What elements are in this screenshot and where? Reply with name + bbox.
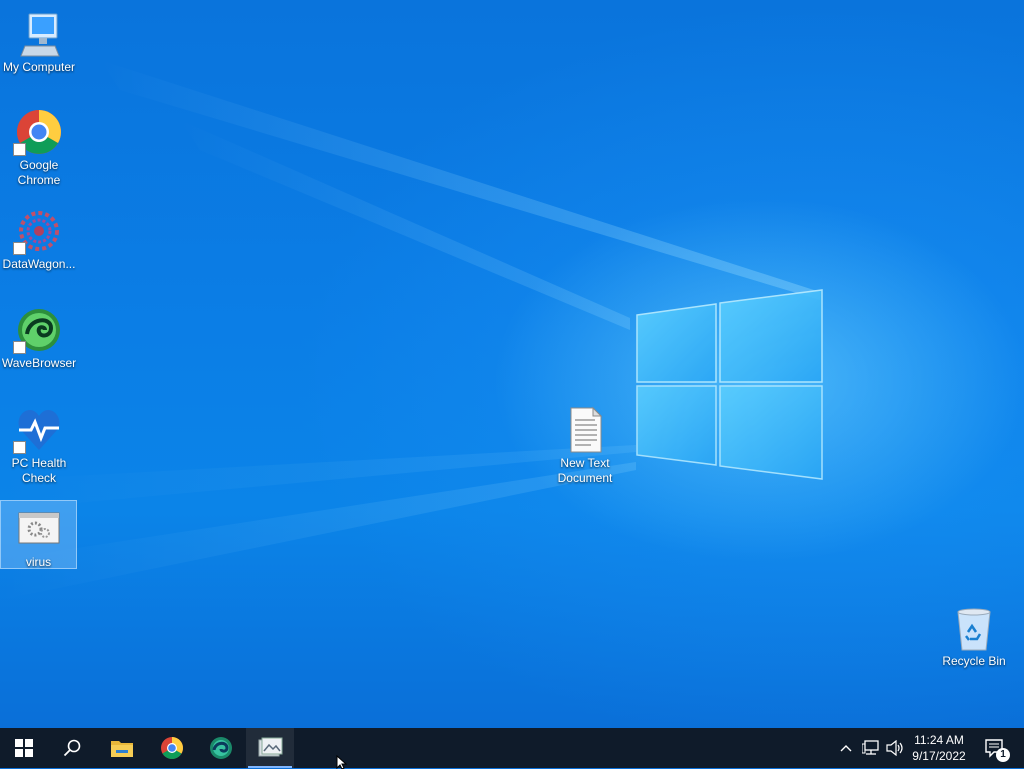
desktop-icon-wavebrowser[interactable]: WaveBrowser [1,302,77,371]
desktop-icon-label: virus [25,555,52,569]
desktop-icon-label: DataWagon... [2,257,76,271]
recycle-bin-icon [950,604,998,652]
shortcut-arrow-icon [13,441,26,454]
network-icon [862,740,879,755]
file-explorer-icon [111,741,133,757]
chrome-icon [13,108,63,156]
desktop-icon-chrome[interactable]: Google Chrome [1,104,77,188]
wallpaper-beams [0,60,820,600]
clock-time: 11:24 AM [914,733,964,747]
taskbar-edge[interactable] [197,728,245,768]
wavebrowser-icon [13,306,63,354]
start-button[interactable] [0,728,48,768]
clock[interactable]: 11:24 AM 9/17/2022 [906,728,972,768]
desktop-icon-recycle-bin[interactable]: Recycle Bin [936,600,1012,669]
start-windows-icon [15,739,33,757]
application-gear-icon [15,505,63,553]
desktop-icon-new-text-document[interactable]: New Text Document [547,402,623,486]
taskbar-photo-app[interactable] [246,728,294,768]
desktop-icon-label: New Text Document [557,456,613,485]
edge-icon [210,737,232,759]
desktop-icon-label: PC Health Check [11,456,67,485]
search-button[interactable] [48,728,96,768]
desktop-icon-label: My Computer [2,60,76,74]
desktop-icon-pc-health-check[interactable]: PC Health Check [1,402,77,486]
chrome-icon [161,737,183,759]
speaker-icon [886,740,903,756]
volume-button[interactable] [884,728,906,768]
search-icon [63,739,81,757]
mouse-cursor-icon [336,755,348,769]
photo-app-icon [258,737,283,757]
desktop-icon-datawagon[interactable]: DataWagon... [1,203,77,272]
taskbar-chrome[interactable] [148,728,196,768]
clock-date: 9/17/2022 [912,749,966,763]
network-button[interactable] [860,728,882,768]
monitor-icon [15,10,63,58]
notification-count-badge: 1 [996,748,1010,762]
chevron-up-icon [840,745,852,752]
action-center-button[interactable]: 1 [978,728,1012,768]
taskbar-file-explorer[interactable] [98,728,146,768]
desktop-icon-label: Google Chrome [17,158,61,187]
show-hidden-icons-button[interactable] [836,728,856,768]
text-document-icon [561,406,609,454]
desktop-icon-label: Recycle Bin [942,654,1006,668]
shortcut-arrow-icon [13,341,26,354]
shortcut-arrow-icon [13,143,26,156]
desktop-icon-my-computer[interactable]: My Computer [1,6,77,75]
desktop-icon-label: WaveBrowser [1,356,77,370]
taskbar: 11:24 AM 9/17/2022 1 [0,728,1024,768]
shortcut-arrow-icon [13,242,26,255]
desktop[interactable]: My Computer Google Chrome DataWagon... W… [0,0,1024,728]
heart-pulse-icon [13,406,63,454]
windows-logo-wallpaper [636,289,823,480]
datawagon-icon [13,207,63,255]
desktop-icon-virus[interactable]: virus [0,500,77,569]
